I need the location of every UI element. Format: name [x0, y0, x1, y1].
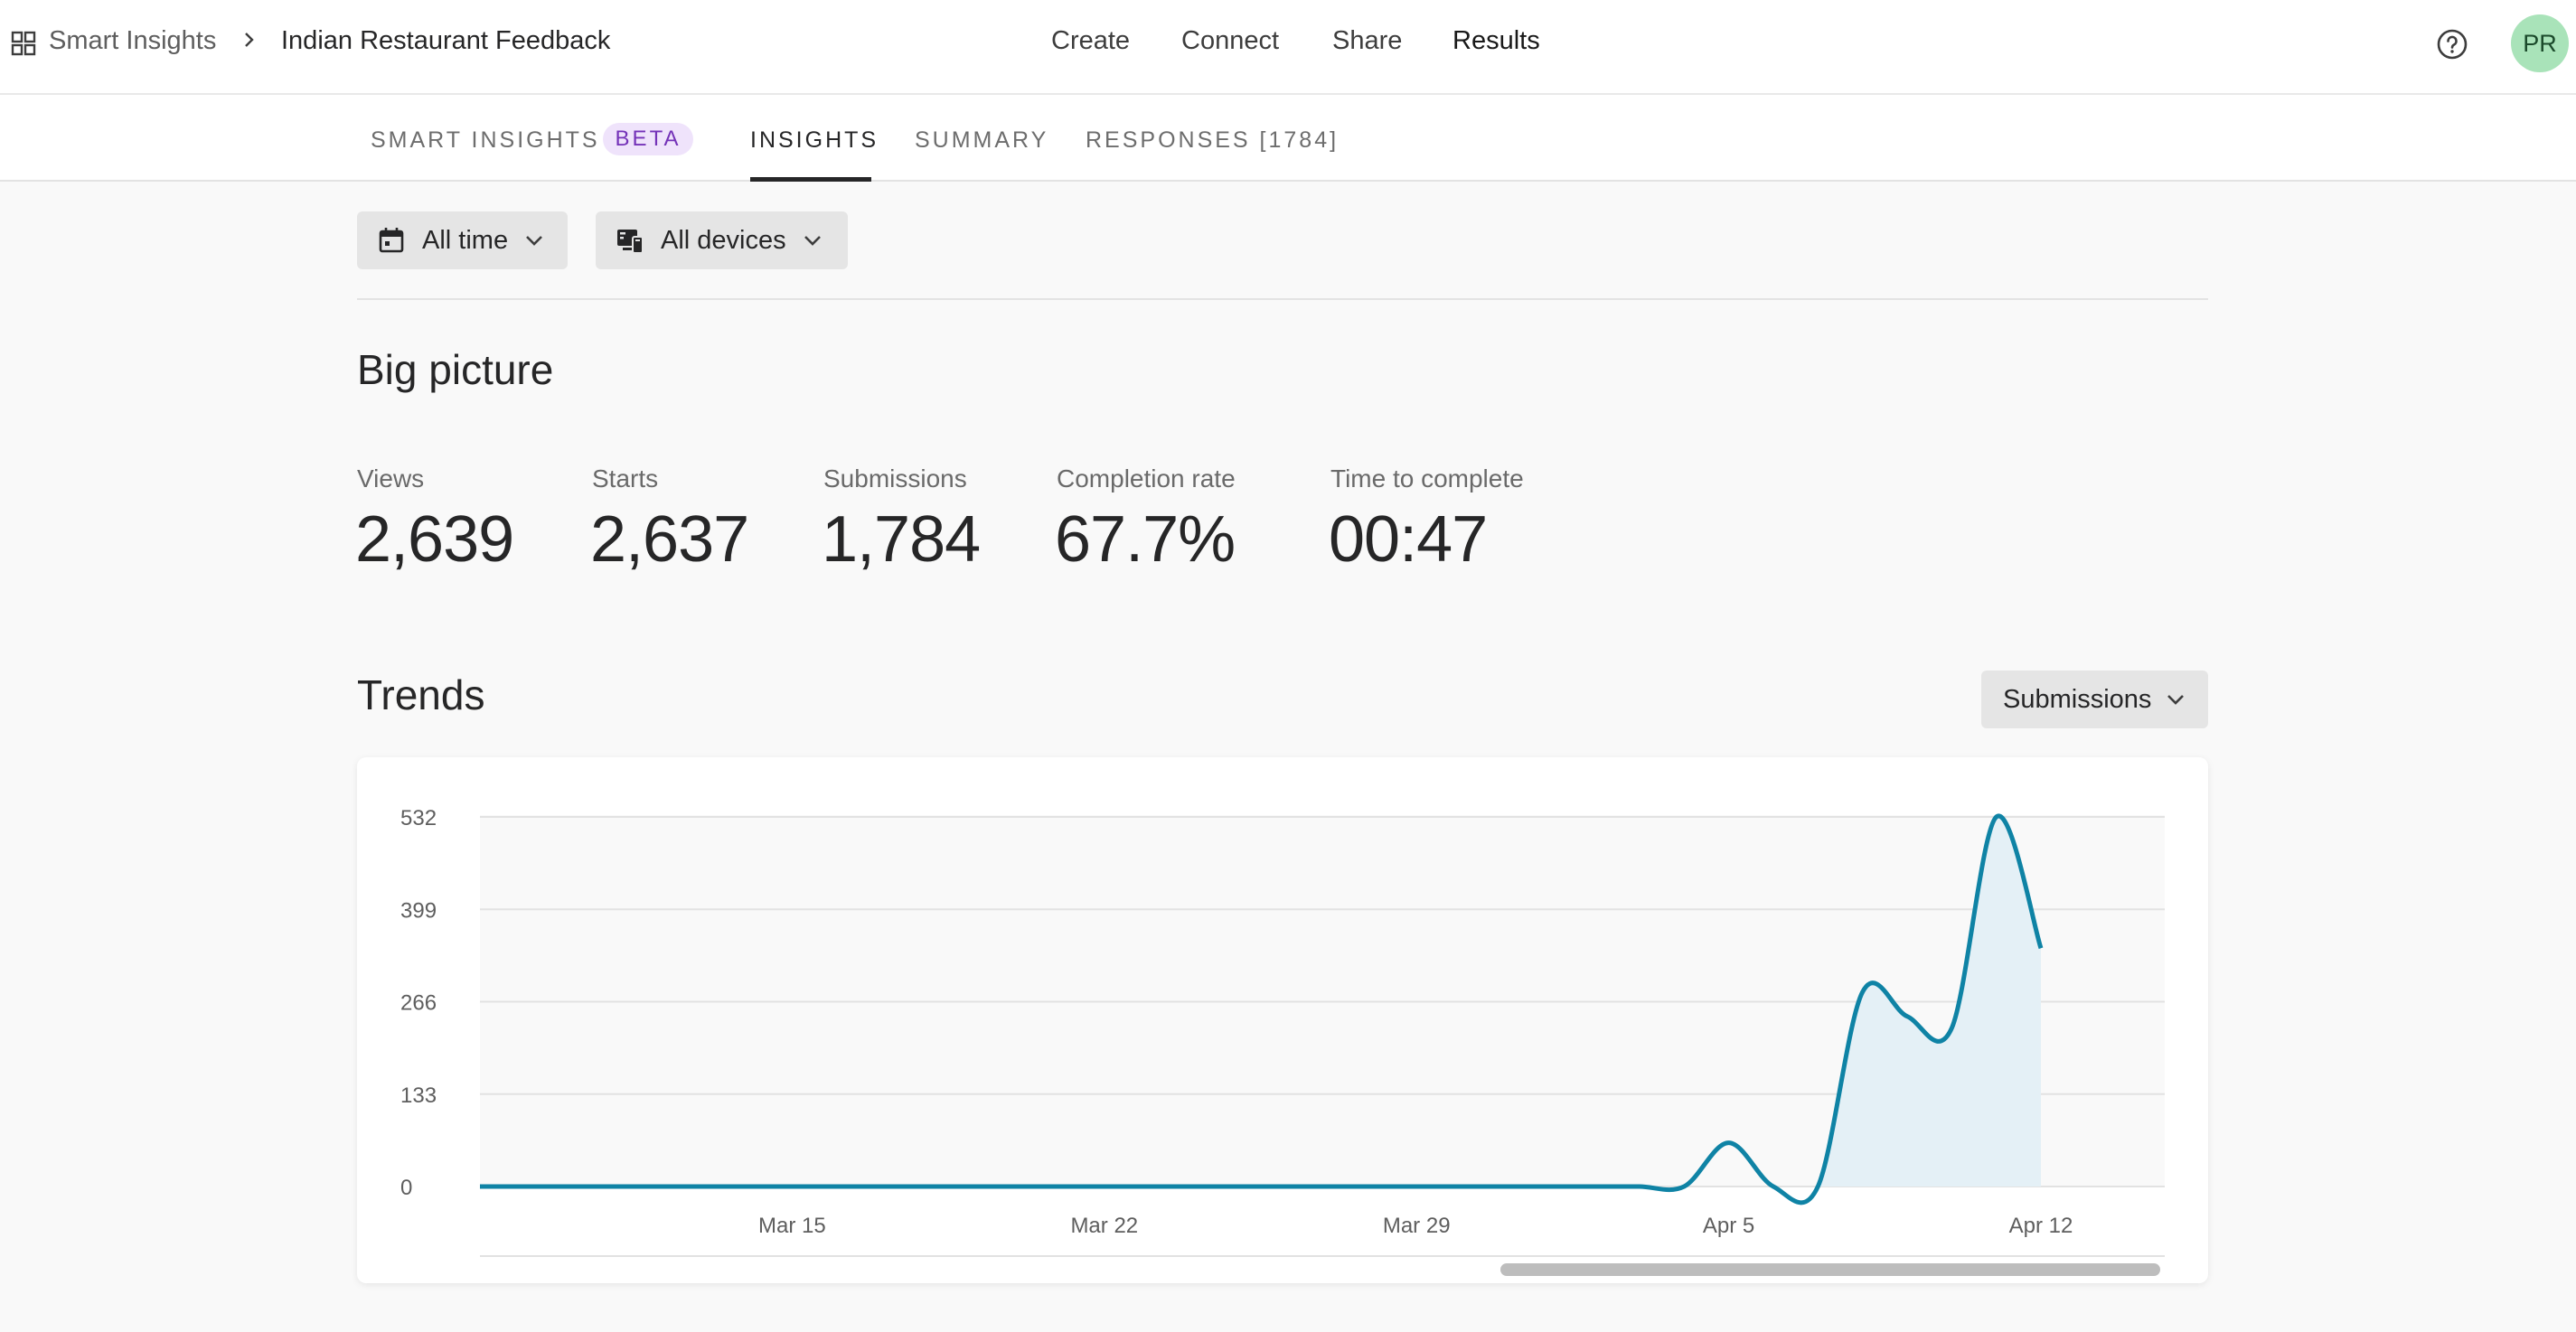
metric-label-completion-rate: Completion rate [1057, 464, 1236, 492]
metric-label-views: Views [357, 464, 425, 492]
calendar-icon [379, 228, 404, 253]
data-point [1728, 1142, 1729, 1143]
metric-label-time-to-complete: Time to complete [1330, 464, 1524, 492]
help-icon[interactable] [2435, 27, 2469, 61]
nav-share[interactable]: Share [1332, 26, 1402, 56]
active-tab-indicator [750, 177, 871, 182]
y-tick-label: 0 [400, 1176, 412, 1200]
data-point [2041, 948, 2042, 949]
x-tick-label: Apr 12 [2009, 1214, 2073, 1238]
chevron-down-icon [2167, 695, 2185, 705]
device-filter-label: All devices [661, 225, 786, 255]
trends-chart: 0 133 266 399 532 Mar 15 Mar 22 Mar 29 Apr 5 Apr … [400, 806, 2165, 1276]
x-tick-label: Mar 15 [758, 1214, 826, 1238]
breadcrumb-root[interactable]: Smart Insights [49, 26, 216, 56]
devices-icon [617, 230, 644, 254]
tab-responses[interactable]: RESPONSES [1784] [1086, 127, 1339, 154]
chevron-right-icon [245, 33, 254, 47]
x-tick-label: Mar 22 [1070, 1214, 1138, 1238]
metric-value-submissions: 1,784 [822, 503, 981, 576]
trend-metric-dropdown[interactable]: Submissions [1981, 671, 2208, 728]
metric-value-views: 2,639 [355, 503, 514, 576]
chevron-down-icon [804, 236, 821, 246]
chart-scrollbar-thumb[interactable] [1500, 1263, 2160, 1276]
metric-label-submissions: Submissions [823, 464, 967, 492]
x-tick-label: Apr 5 [1703, 1214, 1754, 1238]
apps-grid-icon[interactable] [11, 31, 36, 56]
date-filter-dropdown[interactable]: All time [357, 211, 568, 269]
sub-navigation: SMART INSIGHTS INSIGHTS SUMMARY RESPONSE… [0, 95, 2576, 182]
data-point [1951, 1027, 1952, 1028]
trend-metric-label: Submissions [2003, 684, 2152, 714]
beta-badge: BETA [603, 123, 693, 155]
trends-title: Trends [357, 671, 485, 718]
top-bar: Smart Insights Indian Restaurant Feedbac… [0, 0, 2576, 95]
y-tick-label: 266 [400, 991, 437, 1016]
metric-value-time-to-complete: 00:47 [1329, 503, 1488, 576]
breadcrumb-current[interactable]: Indian Restaurant Feedback [281, 26, 610, 56]
filters-divider [357, 298, 2208, 300]
y-tick-label: 399 [400, 898, 437, 923]
y-tick-label: 532 [400, 806, 437, 830]
tab-summary[interactable]: SUMMARY [915, 127, 1048, 154]
tab-insights[interactable]: INSIGHTS [750, 127, 879, 154]
tab-smart-insights[interactable]: SMART INSIGHTS [371, 127, 600, 154]
trends-chart-card: 0 133 266 399 532 Mar 15 Mar 22 Mar 29 Apr 5 Apr … [357, 757, 2208, 1283]
data-point [1862, 991, 1863, 992]
nav-create[interactable]: Create [1051, 26, 1130, 56]
device-filter-dropdown[interactable]: All devices [596, 211, 848, 269]
big-picture-title: Big picture [357, 346, 554, 393]
nav-connect[interactable]: Connect [1181, 26, 1279, 56]
date-filter-label: All time [422, 225, 509, 255]
avatar[interactable]: PR [2511, 14, 2569, 72]
metric-label-starts: Starts [592, 464, 659, 492]
x-tick-label: Mar 29 [1383, 1214, 1451, 1238]
data-point [1906, 1016, 1907, 1017]
nav-results[interactable]: Results [1453, 26, 1540, 56]
metric-value-completion-rate: 67.7% [1055, 503, 1236, 576]
chevron-down-icon [526, 236, 542, 246]
data-point [1996, 817, 1997, 818]
y-tick-label: 133 [400, 1083, 437, 1108]
metric-value-starts: 2,637 [590, 503, 749, 576]
